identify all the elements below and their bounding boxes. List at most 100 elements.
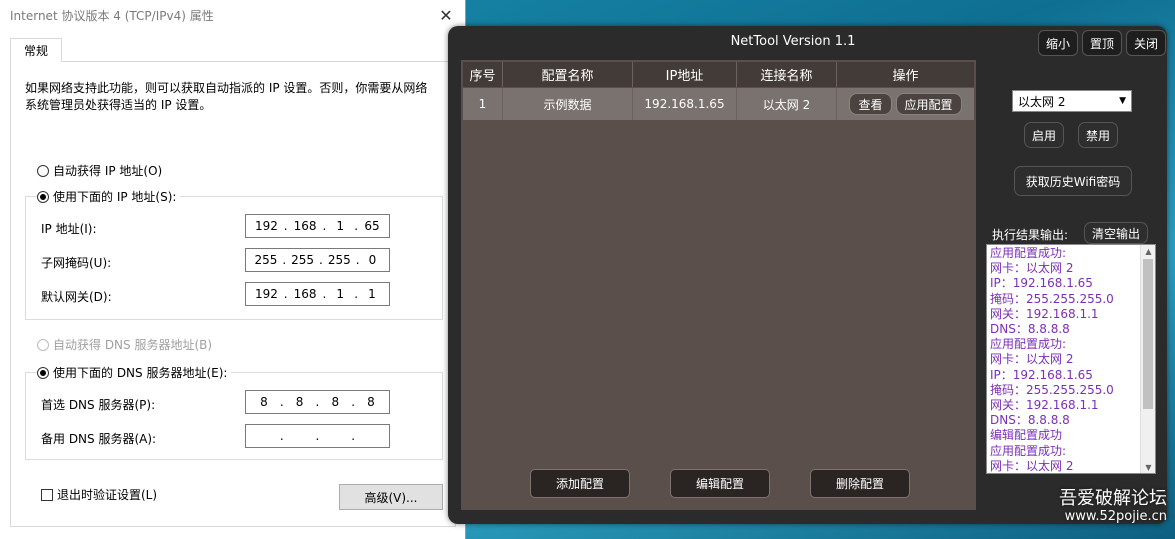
checkbox-icon[interactable] — [41, 488, 53, 501]
preferred-dns-input[interactable]: 8. 8. 8. 8 — [245, 390, 390, 414]
chevron-down-icon: ▼ — [1119, 96, 1126, 106]
col-index: 序号 — [463, 62, 503, 87]
output-line: 掩码：255.255.255.0 — [990, 382, 1114, 397]
minimize-button[interactable]: 缩小 — [1038, 30, 1079, 56]
radio-checked-icon[interactable] — [37, 190, 49, 203]
subnet-mask-input[interactable]: 255. 255. 255. 0 — [245, 248, 390, 272]
output-line: 应用配置成功: — [990, 246, 1067, 260]
output-line: 网卡：以太网 2 — [990, 352, 1074, 367]
output-line: IP：192.168.1.65 — [990, 367, 1093, 382]
mask-octet-3: 255 — [327, 253, 351, 267]
disable-button[interactable]: 禁用 — [1078, 122, 1118, 148]
output-line: 网卡：以太网 2 — [990, 458, 1074, 473]
apply-config-button[interactable]: 应用配置 — [895, 93, 962, 115]
radio-icon[interactable] — [37, 164, 49, 177]
edit-config-button[interactable]: 编辑配置 — [670, 469, 770, 498]
col-connection: 连接名称 — [737, 62, 837, 87]
col-name: 配置名称 — [503, 62, 633, 87]
use-dns-label: 使用下面的 DNS 服务器地址(E): — [53, 366, 228, 380]
col-ip: IP地址 — [633, 62, 737, 87]
output-lines: 应用配置成功: 网卡：以太网 2 IP：192.168.1.65 掩码：255.255… — [990, 246, 1140, 473]
row-connection: 以太网 2 — [737, 88, 837, 120]
config-table: 序号 配置名称 IP地址 连接名称 操作 1 示例数据 192.168.1.65… — [461, 60, 976, 510]
mask-octet-4: 0 — [368, 253, 377, 267]
watermark: 吾爱破解论坛 www.52pojie.cn — [1050, 488, 1175, 524]
gateway-octet-3: 1 — [336, 287, 345, 301]
output-line: 应用配置成功: — [990, 443, 1067, 458]
row-actions: 查看 应用配置 — [837, 88, 974, 120]
scroll-up-icon[interactable]: ▲ — [1141, 245, 1155, 257]
ip-octet-2: 168 — [293, 219, 317, 233]
dns1-octet-4: 8 — [367, 395, 375, 409]
view-button[interactable]: 查看 — [849, 93, 892, 115]
delete-config-button[interactable]: 删除配置 — [810, 469, 910, 498]
output-scrollbar[interactable]: ▲ ▼ — [1140, 245, 1155, 473]
table-row[interactable]: 1 示例数据 192.168.1.65 以太网 2 查看 应用配置 — [463, 88, 974, 120]
tcpip-properties-dialog: Internet 协议版本 4 (TCP/IPv4) 属性 ✕ 常规 如果网络支… — [0, 0, 466, 539]
gateway-label: 默认网关(D): — [41, 290, 112, 304]
mask-octet-1: 255 — [254, 253, 278, 267]
watermark-url: www.52pojie.cn — [1064, 509, 1167, 524]
mask-octet-2: 255 — [291, 253, 315, 267]
ip-address-input[interactable]: 192. 168. 1. 65 — [245, 214, 390, 238]
validate-label: 退出时验证设置(L) — [57, 488, 158, 502]
output-line: 网卡：以太网 2 — [990, 261, 1074, 276]
close-button[interactable]: 关闭 — [1126, 30, 1167, 56]
output-textarea[interactable]: 应用配置成功: 网卡：以太网 2 IP：192.168.1.65 掩码：255.255… — [986, 244, 1156, 474]
intro-text: 如果网络支持此功能，则可以获取自动指派的 IP 设置。否则，你需要从网络系统管理… — [25, 81, 428, 112]
ip-octet-4: 65 — [364, 219, 380, 233]
general-tab-panel: 如果网络支持此功能，则可以获取自动指派的 IP 设置。否则，你需要从网络系统管理… — [10, 61, 456, 527]
row-ip: 192.168.1.65 — [633, 88, 737, 120]
output-line: DNS：8.8.8.8 — [990, 322, 1070, 337]
col-actions: 操作 — [892, 69, 919, 84]
use-ip-label: 使用下面的 IP 地址(S): — [53, 190, 177, 204]
scroll-thumb[interactable] — [1143, 259, 1153, 409]
nic-select[interactable]: 以太网 2 ▼ — [1012, 90, 1132, 112]
radio-icon[interactable] — [37, 338, 49, 351]
alternate-dns-label: 备用 DNS 服务器(A): — [41, 432, 157, 446]
use-dns-radio[interactable]: 使用下面的 DNS 服务器地址(E): — [37, 364, 232, 381]
nic-selected-value: 以太网 2 — [1018, 94, 1066, 109]
output-line: 编辑配置成功 — [990, 428, 1063, 443]
gateway-octet-1: 192 — [254, 287, 278, 301]
preferred-dns-label: 首选 DNS 服务器(P): — [41, 398, 156, 412]
pin-top-button[interactable]: 置顶 — [1082, 30, 1123, 56]
enable-button[interactable]: 启用 — [1024, 122, 1064, 148]
nettool-window: NetTool Version 1.1 缩小 置顶 关闭 序号 配置名称 IP地… — [448, 26, 1167, 524]
nettool-title: NetTool Version 1.1 — [730, 34, 856, 49]
dns1-octet-1: 8 — [260, 395, 268, 409]
gateway-octet-4: 1 — [368, 287, 376, 301]
dns1-octet-3: 8 — [331, 395, 340, 409]
output-line: DNS：8.8.8.8 — [990, 413, 1070, 428]
output-line: 网关：192.168.1.1 — [990, 398, 1099, 413]
subnet-mask-label: 子网掩码(U): — [41, 256, 112, 270]
get-wifi-password-button[interactable]: 获取历史Wifi密码 — [1014, 166, 1132, 196]
use-ip-radio[interactable]: 使用下面的 IP 地址(S): — [37, 188, 181, 205]
clear-output-button[interactable]: 清空输出 — [1084, 222, 1148, 244]
auto-ip-radio[interactable]: 自动获得 IP 地址(O) — [37, 162, 162, 179]
output-line: 网关：192.168.1.1 — [990, 306, 1099, 321]
dns1-octet-2: 8 — [295, 395, 304, 409]
auto-dns-radio[interactable]: 自动获得 DNS 服务器地址(B) — [37, 336, 212, 353]
row-index: 1 — [463, 88, 503, 120]
advanced-button[interactable]: 高级(V)... — [339, 484, 443, 510]
output-label: 执行结果输出: — [992, 228, 1069, 242]
ip-octet-1: 192 — [254, 219, 278, 233]
radio-checked-icon[interactable] — [37, 366, 49, 379]
output-line: 应用配置成功: — [990, 337, 1067, 352]
alternate-dns-input[interactable]: . . . — [245, 424, 390, 448]
table-header: 序号 配置名称 IP地址 连接名称 操作 — [463, 62, 974, 87]
ip-octet-3: 1 — [336, 219, 345, 233]
watermark-text: 吾爱破解论坛 — [1059, 488, 1167, 509]
dialog-title: Internet 协议版本 4 (TCP/IPv4) 属性 — [10, 8, 214, 23]
row-name: 示例数据 — [503, 88, 633, 120]
gateway-input[interactable]: 192. 168. 1. 1 — [245, 282, 390, 306]
close-icon[interactable]: ✕ — [435, 4, 457, 26]
validate-on-exit-checkbox[interactable]: 退出时验证设置(L) — [41, 486, 157, 503]
tab-general[interactable]: 常规 — [10, 38, 62, 62]
auto-dns-label: 自动获得 DNS 服务器地址(B) — [53, 338, 213, 352]
output-line: 掩码：255.255.255.0 — [990, 291, 1114, 306]
scroll-down-icon[interactable]: ▼ — [1141, 461, 1155, 473]
add-config-button[interactable]: 添加配置 — [530, 469, 630, 498]
output-line: IP：192.168.1.65 — [990, 276, 1093, 291]
